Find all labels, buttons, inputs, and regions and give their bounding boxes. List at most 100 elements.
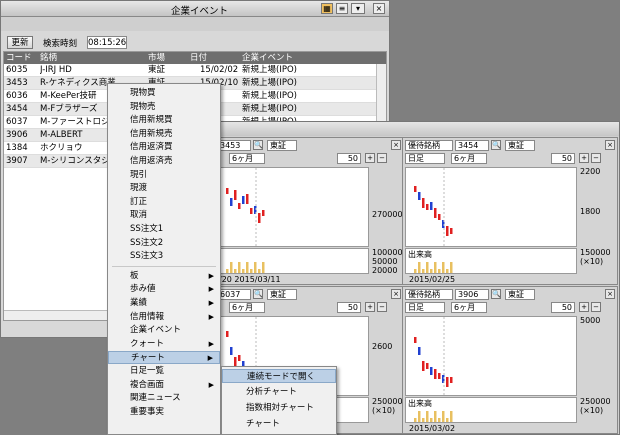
- menu-item[interactable]: 関連ニュース: [108, 392, 220, 405]
- zoom-in-icon[interactable]: +: [579, 302, 589, 312]
- stock-code-input[interactable]: 3906: [455, 289, 489, 300]
- stock-code-input[interactable]: 3454: [455, 140, 489, 151]
- col-code[interactable]: コード: [6, 52, 32, 64]
- submenu-arrow-icon: ▶: [208, 312, 214, 321]
- bar-count-input[interactable]: 50: [337, 302, 361, 313]
- chart-interval-select[interactable]: 日足: [405, 302, 445, 313]
- zoom-out-icon[interactable]: −: [591, 153, 601, 163]
- window-layout-icon[interactable]: ≡: [336, 3, 348, 14]
- stock-code-input[interactable]: 3453: [217, 140, 251, 151]
- menu-item[interactable]: 歩み値 ▶: [108, 283, 220, 296]
- volume-bar: [254, 262, 257, 273]
- close-icon[interactable]: ×: [605, 140, 615, 150]
- volume-bar: [226, 269, 229, 273]
- menu-item[interactable]: 企業イベント: [108, 324, 220, 337]
- period-select[interactable]: 6ヶ月: [451, 153, 487, 164]
- chart-type-select[interactable]: 優待銘柄: [405, 289, 453, 300]
- bar-count-input[interactable]: 50: [551, 302, 575, 313]
- menu-item[interactable]: チャート ▶: [108, 351, 220, 365]
- zoom-in-icon[interactable]: +: [579, 153, 589, 163]
- search-icon[interactable]: 🔍: [491, 140, 501, 150]
- menu-item[interactable]: 訂正: [108, 196, 220, 209]
- refresh-button[interactable]: 更新: [7, 36, 33, 49]
- stock-code-input[interactable]: 6037: [217, 289, 251, 300]
- cell-code: 3906: [6, 130, 28, 140]
- market-select[interactable]: 東証: [505, 289, 535, 300]
- menu-item[interactable]: SS注文3: [108, 250, 220, 263]
- window-titlebar[interactable]: 企業イベント ▦ ≡ ▾ ×: [1, 1, 389, 17]
- table-row[interactable]: 6035 J-IRJ HD 東証 15/02/02 新規上場(IPO): [4, 64, 386, 77]
- window-settings-icon[interactable]: ▦: [321, 3, 333, 14]
- volume-bar: [442, 411, 445, 422]
- menu-item[interactable]: 現引: [108, 169, 220, 182]
- volume-bar: [450, 411, 453, 422]
- zoom-out-icon[interactable]: −: [377, 153, 387, 163]
- candle: [250, 208, 253, 214]
- menu-item[interactable]: 信用返済売: [108, 155, 220, 168]
- menu-item[interactable]: SS注文2: [108, 237, 220, 250]
- menu-item[interactable]: 信用情報 ▶: [108, 311, 220, 324]
- col-market[interactable]: 市場: [148, 52, 165, 64]
- market-select[interactable]: 東証: [267, 289, 297, 300]
- menu-item[interactable]: SS注文1: [108, 223, 220, 236]
- menu-item[interactable]: 信用新規買: [108, 114, 220, 127]
- volume-axis-label: 100000: [372, 248, 403, 257]
- menu-item[interactable]: 現渡: [108, 182, 220, 195]
- price-axis-label: 5000: [580, 316, 601, 325]
- close-icon[interactable]: ×: [391, 289, 401, 299]
- cell-market: 東証: [148, 65, 166, 75]
- cell-code: 6036: [6, 91, 28, 101]
- candle: [258, 213, 261, 223]
- search-icon[interactable]: 🔍: [253, 289, 263, 299]
- zoom-in-icon[interactable]: +: [365, 153, 375, 163]
- period-select[interactable]: 6ヶ月: [229, 302, 265, 313]
- chart-window-titlebar[interactable]: [214, 122, 619, 136]
- menu-item[interactable]: 重要事実: [108, 406, 220, 419]
- candle: [230, 198, 233, 206]
- menu-item[interactable]: クォート ▶: [108, 338, 220, 351]
- menu-item[interactable]: 業績 ▶: [108, 297, 220, 310]
- bar-count-input[interactable]: 50: [337, 153, 361, 164]
- close-icon[interactable]: ×: [373, 3, 385, 14]
- zoom-out-icon[interactable]: −: [377, 302, 387, 312]
- close-icon[interactable]: ×: [391, 140, 401, 150]
- search-icon[interactable]: 🔍: [253, 140, 263, 150]
- cell-code: 3454: [6, 104, 28, 114]
- period-select[interactable]: 6ヶ月: [229, 153, 265, 164]
- menu-item[interactable]: 現物売: [108, 101, 220, 114]
- menu-item[interactable]: 取消: [108, 209, 220, 222]
- volume-bar: [426, 411, 429, 422]
- close-icon[interactable]: ×: [605, 289, 615, 299]
- volume-axis-label: 250000: [372, 397, 403, 406]
- submenu-item[interactable]: チャート: [222, 417, 336, 431]
- menu-item[interactable]: 板 ▶: [108, 270, 220, 283]
- market-select[interactable]: 東証: [267, 140, 297, 151]
- menu-item[interactable]: 日足一覧: [108, 365, 220, 378]
- volume-title: 出来高: [408, 250, 432, 259]
- search-icon[interactable]: 🔍: [491, 289, 501, 299]
- zoom-in-icon[interactable]: +: [365, 302, 375, 312]
- menu-item[interactable]: 信用新規売: [108, 128, 220, 141]
- candle: [414, 186, 417, 192]
- candlestick-chart: [414, 317, 453, 395]
- col-date[interactable]: 日付: [190, 52, 207, 64]
- chart-interval-select[interactable]: 日足: [405, 153, 445, 164]
- chart-type-select[interactable]: 優待銘柄: [405, 140, 453, 151]
- submenu-item[interactable]: 分析チャート: [222, 385, 336, 399]
- menu-item[interactable]: 現物買: [108, 87, 220, 100]
- candle: [414, 337, 417, 343]
- market-select[interactable]: 東証: [505, 140, 535, 151]
- volume-axis-label: (×10): [580, 406, 604, 415]
- col-name[interactable]: 銘柄: [40, 52, 57, 64]
- submenu-item[interactable]: 連続モードで開く: [222, 369, 336, 383]
- window-menu-icon[interactable]: ▾: [351, 3, 365, 14]
- volume-bar: [418, 262, 421, 273]
- submenu-item[interactable]: 指数相対チャート: [222, 401, 336, 415]
- period-select[interactable]: 6ヶ月: [451, 302, 487, 313]
- volume-bar: [250, 269, 253, 273]
- menu-item[interactable]: 信用返済買: [108, 141, 220, 154]
- col-event[interactable]: 企業イベント: [242, 52, 293, 64]
- menu-item[interactable]: 複合画面 ▶: [108, 379, 220, 392]
- zoom-out-icon[interactable]: −: [591, 302, 601, 312]
- bar-count-input[interactable]: 50: [551, 153, 575, 164]
